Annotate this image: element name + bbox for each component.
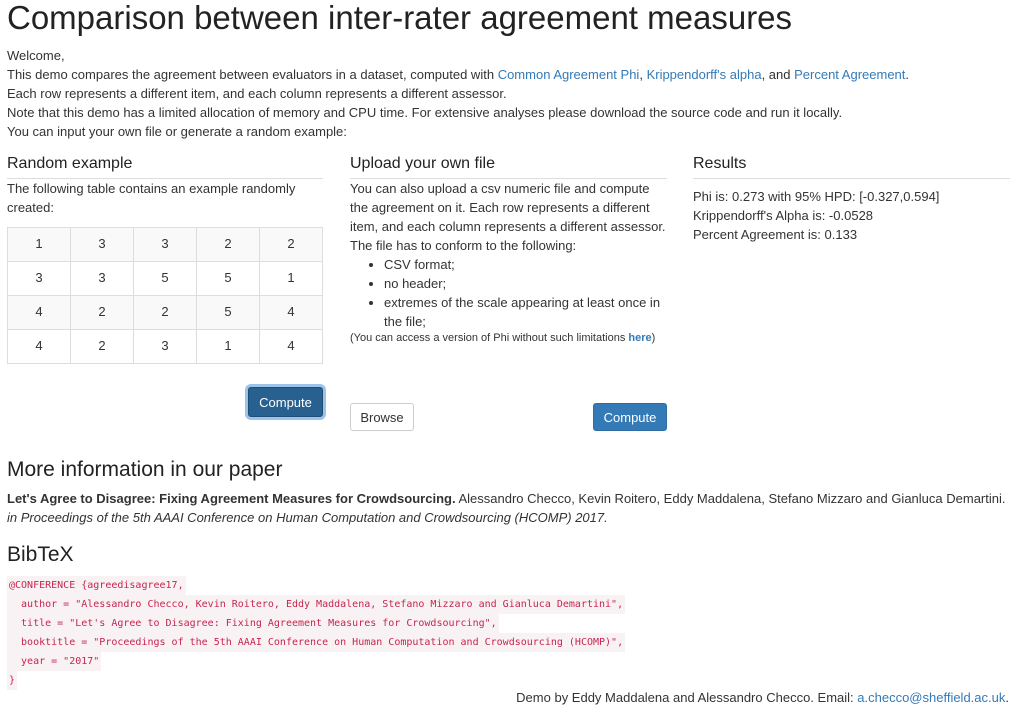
browse-button[interactable]: Browse	[350, 403, 414, 431]
intro-line-4: You can input your own file or generate …	[7, 124, 347, 139]
bibtex-line: }	[7, 671, 18, 690]
table-row: 42314	[7, 329, 323, 364]
bibtex-line: author = "Alessandro Checco, Kevin Roite…	[7, 595, 626, 614]
table-cell: 4	[7, 295, 71, 330]
results-panel: Results Phi is: 0.273 with 95% HPD: [-0.…	[693, 152, 1010, 244]
upload-heading: Upload your own file	[350, 152, 667, 179]
bibtex-code-block: @CONFERENCE {agreedisagree17, author = "…	[7, 576, 626, 690]
footer-text: Demo by Eddy Maddalena and Alessandro Ch…	[516, 690, 854, 705]
table-cell: 2	[259, 227, 323, 262]
footer: Demo by Eddy Maddalena and Alessandro Ch…	[516, 688, 1009, 707]
phi-version-here-link[interactable]: here	[628, 332, 651, 344]
intro: Welcome, This demo compares the agreemen…	[7, 46, 1007, 141]
table-cell: 5	[133, 261, 197, 296]
upload-description: You can also upload a csv numeric file a…	[350, 181, 666, 234]
random-example-panel: Random example The following table conta…	[7, 152, 323, 432]
paper-heading: More information in our paper	[7, 458, 283, 481]
table-cell: 4	[259, 295, 323, 330]
table-cell: 3	[133, 227, 197, 262]
table-cell: 3	[70, 261, 134, 296]
intro-line-2: Each row represents a different item, an…	[7, 86, 507, 101]
intro-line-1: This demo compares the agreement between…	[7, 65, 1007, 84]
bibtex-line: title = "Let's Agree to Disagree: Fixing…	[7, 614, 499, 633]
bibtex-line: booktitle = "Proceedings of the 5th AAAI…	[7, 633, 626, 652]
upload-conform-text: The file has to conform to the following…	[350, 238, 577, 253]
upload-rule-item: extremes of the scale appearing at least…	[384, 293, 667, 331]
phi-result: Phi is: 0.273 with 95% HPD: [-0.327,0.59…	[693, 189, 940, 204]
bibtex-line: @CONFERENCE {agreedisagree17,	[7, 576, 186, 595]
table-row: 13322	[7, 227, 323, 262]
intro-separator-1: ,	[639, 67, 643, 82]
percent-agreement-link[interactable]: Percent Agreement	[794, 67, 905, 82]
random-example-heading: Random example	[7, 152, 323, 179]
upload-rule-item: CSV format;	[384, 255, 667, 274]
alpha-result: Krippendorff's Alpha is: -0.0528	[693, 208, 874, 223]
percent-agreement-result: Percent Agreement is: 0.133	[693, 227, 858, 242]
table-cell: 1	[259, 261, 323, 296]
table-cell: 4	[7, 329, 71, 364]
table-cell: 3	[7, 261, 71, 296]
random-example-description: The following table contains an example …	[7, 181, 296, 215]
paper-venue: in Proceedings of the 5th AAAI Conferenc…	[7, 510, 608, 525]
intro-line-1-prefix: This demo compares the agreement between…	[7, 67, 495, 82]
phi-version-note-suffix: )	[651, 332, 656, 344]
paper-reference: Let's Agree to Disagree: Fixing Agreemen…	[7, 489, 1007, 527]
krippendorff-alpha-link[interactable]: Krippendorff's alpha	[647, 67, 762, 82]
intro-line-1-suffix: .	[905, 67, 910, 82]
here-link-label: here	[628, 332, 652, 344]
upload-rule-item: no header;	[384, 274, 667, 293]
phi-version-note: (You can access a version of Phi without…	[350, 331, 667, 345]
table-cell: 2	[70, 329, 134, 364]
table-cell: 5	[196, 261, 260, 296]
table-cell: 3	[133, 329, 197, 364]
upload-rules-list: CSV format; no header; extremes of the s…	[350, 255, 667, 331]
bibtex-line: year = "2017"	[7, 652, 102, 671]
upload-panel: Upload your own file You can also upload…	[350, 152, 667, 432]
email-link[interactable]: a.checco@sheffield.ac.uk	[857, 690, 1005, 705]
intro-line-3: Note that this demo has a limited alloca…	[7, 105, 843, 120]
compute-upload-button[interactable]: Compute	[593, 403, 667, 431]
paper-authors: Alessandro Checco, Kevin Roitero, Eddy M…	[458, 491, 1006, 506]
table-cell: 2	[133, 295, 197, 330]
common-agreement-phi-link[interactable]: Common Agreement Phi	[498, 67, 640, 82]
table-row: 33551	[7, 261, 323, 296]
compute-random-button[interactable]: Compute	[248, 387, 323, 417]
bibtex-heading: BibTeX	[7, 543, 74, 566]
table-cell: 2	[196, 227, 260, 262]
table-cell: 2	[70, 295, 134, 330]
page-title: Comparison between inter-rater agreement…	[7, 0, 793, 36]
table-cell: 4	[259, 329, 323, 364]
random-example-table: 13322335514225442314	[7, 227, 323, 364]
footer-end: .	[1005, 690, 1009, 705]
table-row: 42254	[7, 295, 323, 330]
table-cell: 1	[196, 329, 260, 364]
phi-version-note-prefix: (You can access a version of Phi without…	[350, 332, 626, 344]
intro-separator-2: , and	[761, 67, 791, 82]
results-heading: Results	[693, 152, 1010, 179]
table-cell: 1	[7, 227, 71, 262]
paper-title: Let's Agree to Disagree: Fixing Agreemen…	[7, 491, 456, 506]
welcome-text: Welcome,	[7, 48, 65, 63]
table-cell: 3	[70, 227, 134, 262]
table-cell: 5	[196, 295, 260, 330]
